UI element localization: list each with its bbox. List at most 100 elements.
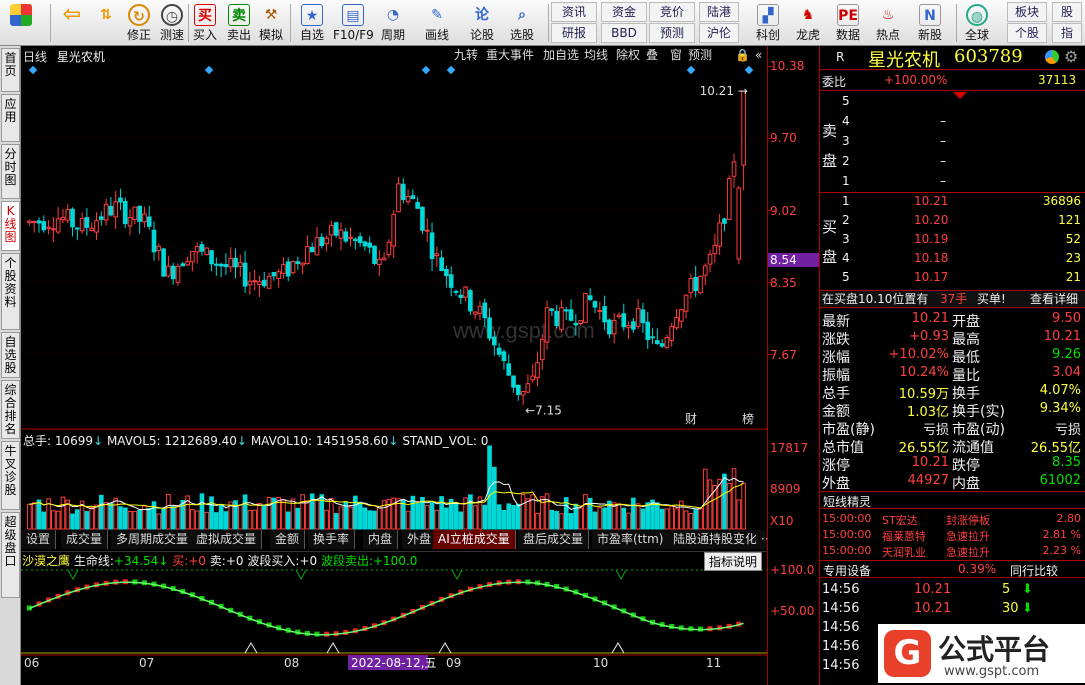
home-button[interactable] xyxy=(3,1,39,45)
quick-button-1-2[interactable]: 预测 xyxy=(649,23,695,43)
left-tab-2[interactable]: 分时图 xyxy=(1,144,20,199)
redian-button[interactable]: ♨ 热点 xyxy=(869,1,907,45)
kechuang-button[interactable]: ▞ 科创 xyxy=(749,1,787,45)
quick-button-0-0[interactable]: 资讯 xyxy=(551,2,597,22)
candle-body xyxy=(492,336,497,346)
volume-bar xyxy=(506,503,512,530)
mairu-button[interactable]: 买买入 xyxy=(190,1,220,45)
event-diamond-icon[interactable] xyxy=(204,65,214,75)
quick-button-1-3[interactable]: 沪伦 xyxy=(699,23,739,43)
notice-detail-button[interactable]: 查看详细 xyxy=(1030,291,1078,308)
candle-body xyxy=(257,281,262,286)
left-tab-3[interactable]: K线图 xyxy=(1,201,20,251)
f10-button[interactable]: ▤ F10/F9 xyxy=(333,1,374,45)
quick-button-0-3[interactable]: 陆港 xyxy=(699,2,739,22)
xingu-button[interactable]: N 新股 xyxy=(911,1,949,45)
volume-tab-3[interactable]: 虚拟成交量 xyxy=(191,530,263,549)
huaxian-button[interactable]: ✎ 画线 xyxy=(420,1,454,45)
volume-bar xyxy=(568,513,574,530)
zixuan-button[interactable]: ★ 自选 xyxy=(296,1,328,45)
stat-label: 最高 xyxy=(952,332,980,348)
jingling-stock[interactable]: 天润乳业 xyxy=(882,544,926,560)
volume-bar xyxy=(472,505,478,530)
volume-tab-9[interactable]: 盘后成交量 xyxy=(518,530,590,549)
left-tab-7[interactable]: 牛叉诊股 xyxy=(1,441,20,510)
candle-body xyxy=(51,228,56,231)
volume-bar xyxy=(659,508,665,530)
volume-tab-4[interactable]: 金额 xyxy=(270,530,306,549)
volume-tab-6[interactable]: 内盘 xyxy=(363,530,399,549)
event-diamond-icon[interactable] xyxy=(446,65,456,75)
volume-tab-5[interactable]: 换手率 xyxy=(308,530,356,549)
volume-bar xyxy=(386,498,392,530)
stat-value: 9.50 xyxy=(1052,311,1081,326)
left-tab-0[interactable]: 首页 xyxy=(1,48,20,92)
gu-button[interactable]: 股 xyxy=(1052,2,1082,22)
stat-value: 26.55亿 xyxy=(1030,441,1081,456)
quick-button-0-1[interactable]: 资金 xyxy=(601,2,647,22)
jingling-stock[interactable]: ST宏达 xyxy=(882,512,918,528)
xiuzheng-button[interactable]: ↻ 修正 xyxy=(123,1,155,45)
quick-button-0-2[interactable]: 竞价 xyxy=(649,2,695,22)
collapse-chevron-icon[interactable] xyxy=(953,92,967,99)
pie-icon[interactable] xyxy=(1045,50,1059,64)
back-button[interactable]: ⇦ xyxy=(55,1,89,45)
sell-price: – xyxy=(940,134,946,148)
event-diamond-icon[interactable] xyxy=(421,65,431,75)
shuju-button[interactable]: PE 数据 xyxy=(829,1,867,45)
sell-signal-icon xyxy=(67,569,79,581)
tick-volume: 30 xyxy=(1002,601,1019,616)
volume-tab-0[interactable]: 设置 xyxy=(21,530,57,549)
order-notice[interactable]: 在买盘10.10位置有 37手 买单! 查看详细 xyxy=(820,290,1085,308)
quick-button-1-1[interactable]: BBD xyxy=(601,23,647,43)
indicator-name[interactable]: 沙漠之鹰 xyxy=(22,554,70,568)
life-label: 生命线: xyxy=(73,554,114,568)
event-diamond-icon[interactable] xyxy=(686,65,696,75)
candle-body xyxy=(180,263,186,267)
volume-tab-7[interactable]: 外盘 xyxy=(402,530,438,549)
quick-button-1-0[interactable]: 研报 xyxy=(551,23,597,43)
buy-signal-icon xyxy=(611,642,625,654)
jingling-stock[interactable]: 福莱蒽特 xyxy=(882,528,926,544)
longhu-button[interactable]: ♞ 龙虎 xyxy=(789,1,827,45)
lungu-button[interactable]: 论论股 xyxy=(467,1,497,45)
candle-body xyxy=(271,272,277,277)
event-diamond-icon[interactable] xyxy=(28,65,38,75)
quanqiu-button[interactable]: ◍ 全球 xyxy=(958,1,996,45)
kline-chart[interactable]: www.gspt.com 10.21 → ←7.15 财 榜 06 07 08 09 10 11 20… xyxy=(21,46,767,685)
volume-tab-10[interactable]: 市盈率(ttm) xyxy=(592,530,670,549)
hammer-icon: ⚒ xyxy=(264,7,278,23)
volume-tab-1[interactable]: 成交量 xyxy=(61,530,109,549)
updown-button[interactable]: ⇅ xyxy=(95,1,117,45)
zhi-button[interactable]: 指 xyxy=(1052,23,1082,43)
indicator-help-button[interactable]: 指标说明 xyxy=(704,552,763,571)
chart-tag[interactable]: 财 xyxy=(685,412,697,426)
left-tab-5[interactable]: 自选股 xyxy=(1,332,20,378)
candle-body xyxy=(506,363,512,376)
cece-button[interactable]: ◷ 测速 xyxy=(157,1,187,45)
candle-body xyxy=(535,362,540,379)
jingling-header[interactable]: 短线精灵 xyxy=(820,491,1085,509)
price-tick: 10.38 xyxy=(770,59,805,73)
maichu-button[interactable]: 卖卖出 xyxy=(224,1,254,45)
volume-tab-8[interactable]: AI立桩成交量 xyxy=(433,530,516,549)
industry-compare-button[interactable]: 同行比较 xyxy=(1010,562,1058,579)
chart-tag[interactable]: 榜 xyxy=(742,411,754,426)
moni-button[interactable]: ⚒ 模拟 xyxy=(256,1,286,45)
bankuai-button[interactable]: 板块 xyxy=(1007,2,1047,22)
volume-tab-11[interactable]: 陆股通持股变化 xyxy=(668,530,764,549)
stat-value: 9.26 xyxy=(1052,347,1081,362)
volume-tab-2[interactable]: 多周期成交量 xyxy=(111,530,195,549)
industry-label[interactable]: 专用设备 xyxy=(823,562,871,579)
left-tab-8[interactable]: 超级盘口 xyxy=(1,512,20,598)
xuangu-button[interactable]: ⌕ 选股 xyxy=(505,1,539,45)
settings-gear-icon[interactable]: ⚙ xyxy=(1064,47,1078,66)
volume-bar xyxy=(242,494,248,530)
zhouqi-button[interactable]: ◔ 周期 xyxy=(378,1,408,45)
left-tab-6[interactable]: 综合排名 xyxy=(1,380,20,439)
gegu-button[interactable]: 个股 xyxy=(1007,23,1047,43)
event-diamond-icon[interactable] xyxy=(744,65,754,75)
left-tab-4[interactable]: 个股资料 xyxy=(1,253,20,330)
volume-bar xyxy=(549,509,555,530)
left-tab-1[interactable]: 应用 xyxy=(1,94,20,142)
